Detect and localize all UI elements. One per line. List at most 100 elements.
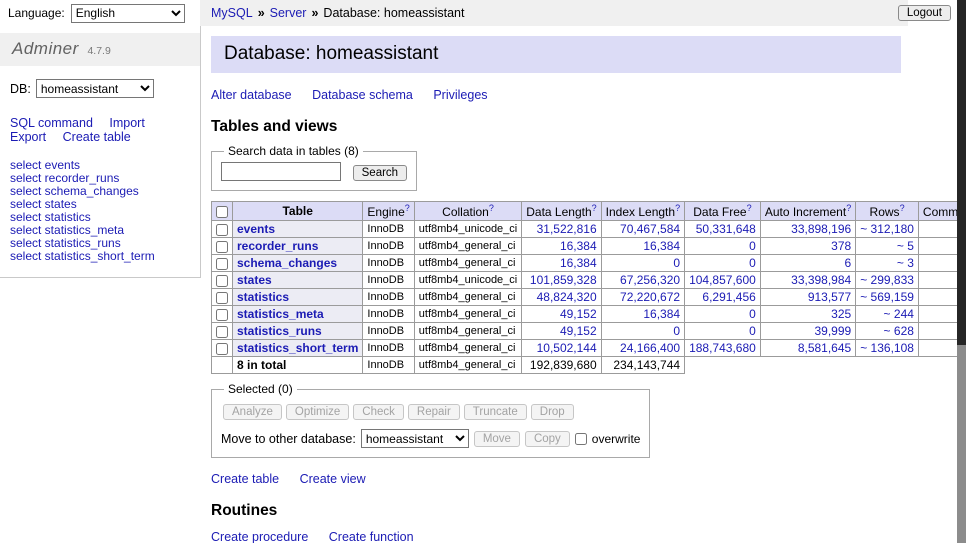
data-free-link[interactable]: 0: [749, 239, 756, 253]
repair-button[interactable]: Repair: [408, 404, 460, 420]
help-link[interactable]: ?: [900, 203, 905, 213]
analyze-button[interactable]: Analyze: [223, 404, 282, 420]
export-link[interactable]: Export: [10, 130, 46, 144]
index-length-link[interactable]: 24,166,400: [620, 341, 680, 355]
index-length-link[interactable]: 67,256,320: [620, 273, 680, 287]
help-link[interactable]: ?: [675, 203, 680, 213]
rows-link[interactable]: ~ 569,159: [860, 290, 914, 304]
logout-button[interactable]: Logout: [898, 5, 951, 21]
rows-link[interactable]: ~ 136,108: [860, 341, 914, 355]
help-link[interactable]: ?: [846, 203, 851, 213]
row-checkbox[interactable]: [216, 224, 228, 236]
auto-increment-link[interactable]: 33,398,984: [791, 273, 851, 287]
table-name-link[interactable]: statistics_short_term: [237, 341, 358, 355]
auto-increment-link[interactable]: 325: [831, 307, 851, 321]
data-free-link[interactable]: 50,331,648: [696, 222, 756, 236]
auto-increment-link[interactable]: 913,577: [808, 290, 851, 304]
help-link[interactable]: ?: [489, 203, 494, 213]
privileges-link[interactable]: Privileges: [433, 88, 487, 102]
database-schema-link[interactable]: Database schema: [312, 88, 413, 102]
index-length-link[interactable]: 16,384: [643, 307, 680, 321]
rows-link[interactable]: ~ 312,180: [860, 222, 914, 236]
scrollbar-thumb[interactable]: [957, 0, 966, 345]
drop-button[interactable]: Drop: [531, 404, 574, 420]
sidebar-table-link[interactable]: select statistics_short_term: [10, 250, 190, 263]
help-link[interactable]: ?: [747, 203, 752, 213]
db-label: DB:: [10, 82, 31, 96]
row-checkbox[interactable]: [216, 241, 228, 253]
data-free-link[interactable]: 0: [749, 256, 756, 270]
table-name-link[interactable]: states: [237, 273, 272, 287]
auto-increment-link[interactable]: 33,898,196: [791, 222, 851, 236]
row-checkbox[interactable]: [216, 326, 228, 338]
index-length-link[interactable]: 0: [673, 256, 680, 270]
data-length-link[interactable]: 101,859,328: [530, 273, 597, 287]
scrollbar[interactable]: [957, 0, 966, 543]
data-length-link[interactable]: 10,502,144: [537, 341, 597, 355]
language-select[interactable]: English: [71, 4, 185, 23]
index-length-link[interactable]: 16,384: [643, 239, 680, 253]
optimize-button[interactable]: Optimize: [286, 404, 349, 420]
search-input[interactable]: [221, 162, 341, 181]
data-length-link[interactable]: 16,384: [560, 256, 597, 270]
check-button[interactable]: Check: [353, 404, 404, 420]
table-name-link[interactable]: recorder_runs: [237, 239, 318, 253]
index-length-link[interactable]: 70,467,584: [620, 222, 680, 236]
overwrite-checkbox[interactable]: [575, 433, 587, 445]
auto-increment-link[interactable]: 8,581,645: [798, 341, 851, 355]
data-length-link[interactable]: 48,824,320: [537, 290, 597, 304]
help-link[interactable]: ?: [405, 203, 410, 213]
row-checkbox[interactable]: [216, 258, 228, 270]
auto-increment-cell: 33,898,196: [760, 221, 855, 238]
data-free-link[interactable]: 6,291,456: [702, 290, 755, 304]
move-button[interactable]: Move: [474, 431, 520, 447]
create-table-bottom-link[interactable]: Create table: [211, 472, 279, 486]
help-link[interactable]: ?: [592, 203, 597, 213]
rows-link[interactable]: ~ 244: [884, 307, 914, 321]
rows-link[interactable]: ~ 3: [897, 256, 914, 270]
create-view-link[interactable]: Create view: [300, 472, 366, 486]
auto-increment-link[interactable]: 378: [831, 239, 851, 253]
index-length-link[interactable]: 0: [673, 324, 680, 338]
total-filler: [685, 357, 957, 374]
move-database-select[interactable]: homeassistant: [361, 429, 469, 448]
data-length-link[interactable]: 49,152: [560, 307, 597, 321]
data-length-link[interactable]: 49,152: [560, 324, 597, 338]
sql-command-link[interactable]: SQL command: [10, 116, 93, 130]
table-name-link[interactable]: statistics_meta: [237, 307, 324, 321]
auto-increment-link[interactable]: 39,999: [815, 324, 852, 338]
alter-database-link[interactable]: Alter database: [211, 88, 292, 102]
create-table-link[interactable]: Create table: [63, 130, 131, 144]
data-free-link[interactable]: 188,743,680: [689, 341, 756, 355]
search-button[interactable]: Search: [353, 165, 407, 181]
breadcrumb-server-link[interactable]: Server: [270, 6, 307, 20]
truncate-button[interactable]: Truncate: [464, 404, 527, 420]
create-procedure-link[interactable]: Create procedure: [211, 530, 308, 543]
auto-increment-link[interactable]: 6: [845, 256, 852, 270]
data-length-link[interactable]: 31,522,816: [537, 222, 597, 236]
row-checkbox[interactable]: [216, 343, 228, 355]
copy-button[interactable]: Copy: [525, 431, 570, 447]
row-checkbox[interactable]: [216, 292, 228, 304]
table-name-link[interactable]: statistics_runs: [237, 324, 322, 338]
create-function-link[interactable]: Create function: [329, 530, 414, 543]
select-all-checkbox[interactable]: [216, 206, 228, 218]
auto-increment-cell: 378: [760, 238, 855, 255]
import-link[interactable]: Import: [109, 116, 144, 130]
breadcrumb-mysql-link[interactable]: MySQL: [211, 6, 253, 20]
table-name-link[interactable]: events: [237, 222, 275, 236]
table-name-link[interactable]: schema_changes: [237, 256, 337, 270]
data-free-link[interactable]: 0: [749, 307, 756, 321]
data-free-link[interactable]: 0: [749, 324, 756, 338]
table-name-link[interactable]: statistics: [237, 290, 289, 304]
index-length-link[interactable]: 72,220,672: [620, 290, 680, 304]
rows-link[interactable]: ~ 628: [884, 324, 914, 338]
auto-increment-cell: 6: [760, 255, 855, 272]
rows-link[interactable]: ~ 299,833: [860, 273, 914, 287]
row-checkbox[interactable]: [216, 309, 228, 321]
row-checkbox[interactable]: [216, 275, 228, 287]
data-length-link[interactable]: 16,384: [560, 239, 597, 253]
rows-link[interactable]: ~ 5: [897, 239, 914, 253]
db-select[interactable]: homeassistant: [36, 79, 154, 98]
data-free-link[interactable]: 104,857,600: [689, 273, 756, 287]
